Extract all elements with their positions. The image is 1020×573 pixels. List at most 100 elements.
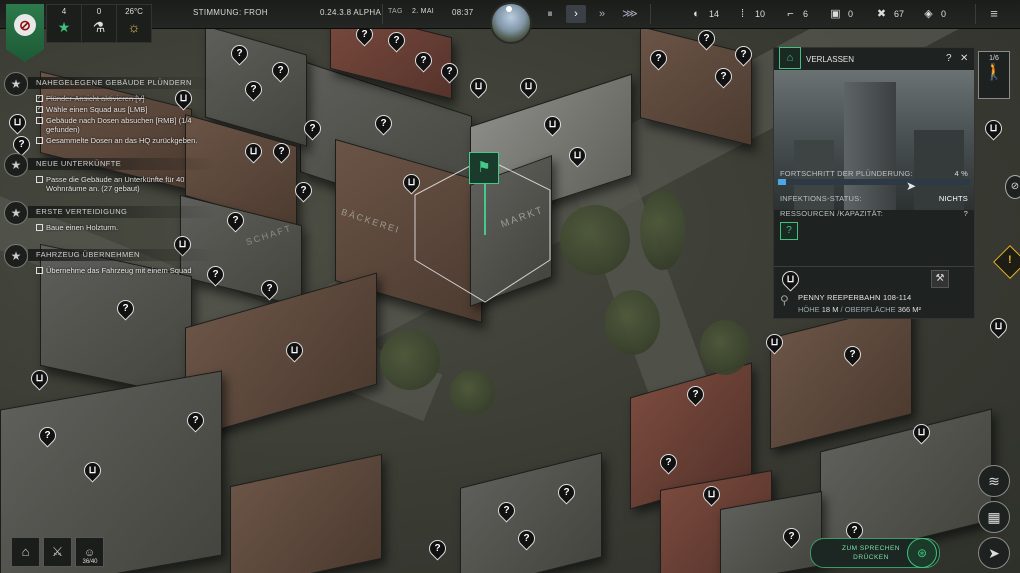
resource-ammo[interactable]: ⁞ 10 bbox=[736, 6, 765, 22]
star-icon: ★ bbox=[4, 244, 28, 268]
food-value: 14 bbox=[709, 9, 720, 19]
location-pin-icon: ⚲ bbox=[780, 293, 789, 307]
objective-title: ERSTE VERTEIDIGUNG bbox=[28, 206, 216, 218]
shop-loot-icon[interactable]: ⊔ bbox=[516, 74, 541, 99]
objective-title: FAHRZEUG ÜBERNEHMEN bbox=[28, 249, 216, 261]
speak-label-line2: DRÜCKEN bbox=[853, 554, 889, 561]
shop-loot-icon[interactable]: ⊔ bbox=[466, 74, 491, 99]
population-button[interactable]: ☺ 36/40 bbox=[75, 537, 104, 567]
building[interactable] bbox=[460, 452, 602, 573]
mouse-cursor-icon: ➤ bbox=[906, 179, 917, 193]
height-label: HÖHE bbox=[798, 305, 820, 314]
objective-title: NAHEGELEGENE GEBÄUDE PLÜNDERN bbox=[28, 77, 216, 89]
surface-label: OBERFLÄCHE bbox=[844, 305, 896, 314]
resource-food[interactable]: ◐ 14 bbox=[690, 6, 719, 22]
play-speed-1-button[interactable]: › bbox=[566, 5, 586, 23]
checkbox-icon bbox=[36, 224, 43, 231]
temperature-value: 26°C bbox=[125, 7, 143, 16]
building-address: PENNY REEPERBAHN 108-114 bbox=[798, 293, 912, 302]
objective-item: Gesammelte Dosen an das HQ zurückgeben. bbox=[36, 136, 214, 145]
play-speed-2-button[interactable]: » bbox=[592, 5, 612, 23]
time-value: 08:37 bbox=[452, 8, 474, 17]
population-count: 36/40 bbox=[82, 559, 98, 565]
ammo-icon: ⁞ bbox=[740, 7, 745, 20]
science-stat[interactable]: 0 ⚗ bbox=[81, 4, 117, 43]
checkbox-icon bbox=[36, 117, 43, 124]
objective-text: Plünder-Ansicht aktivieren [V] bbox=[46, 94, 145, 103]
infection-status-value: NICHTS bbox=[938, 194, 968, 203]
radio-tower-icon: ⊛ bbox=[907, 538, 937, 568]
loot-progress-value: 4 % bbox=[954, 169, 968, 178]
building-dimensions: HÖHE 18 M / OBERFLÄCHE 366 M² bbox=[798, 305, 922, 314]
building[interactable] bbox=[230, 453, 382, 573]
material-icon: ◈ bbox=[924, 7, 933, 20]
survivors-stat[interactable]: 4 ★ bbox=[46, 4, 82, 43]
top-bar: 4 ★ 0 ⚗ 26°C ☼ STIMMUNG: FROH 0.24.3.8 A… bbox=[0, 0, 1020, 44]
objective-item: ✓ Wähle einen Squad aus [LMB] bbox=[36, 105, 214, 114]
shop-loot-icon[interactable]: ⊔ bbox=[27, 366, 52, 391]
weapon-icon: ⌐ bbox=[787, 7, 794, 20]
unknown-loot-icon[interactable]: ? bbox=[425, 536, 450, 561]
date-value: 2. MAI bbox=[412, 8, 435, 15]
star-icon: ★ bbox=[57, 19, 71, 35]
bottom-toolbar: ⌂ ⚔ ☺ 36/40 bbox=[11, 537, 104, 567]
weapon-value: 6 bbox=[803, 9, 809, 19]
objective-text: Übernehme das Fahrzeug mit einem Squad bbox=[46, 266, 192, 275]
objective-item: ✓ Plünder-Ansicht aktivieren [V] bbox=[36, 94, 214, 103]
hammer-icon[interactable]: ⚒ bbox=[931, 270, 949, 288]
push-to-talk-button[interactable]: ZUM SPRECHEN DRÜCKEN ⊛ bbox=[810, 538, 940, 568]
building-status-icon: ⌂ bbox=[779, 47, 801, 69]
star-icon: ★ bbox=[4, 201, 28, 225]
speak-label-line1: ZUM SPRECHEN bbox=[841, 545, 900, 552]
weather-stat[interactable]: 26°C ☼ bbox=[116, 4, 152, 43]
objective-header[interactable]: ★ NEUE UNTERKÜNFTE bbox=[4, 153, 216, 177]
weather-sun-icon: ☼ bbox=[127, 19, 141, 35]
building-photo bbox=[774, 70, 974, 210]
squad-selector[interactable]: 1/6 🚶 bbox=[978, 51, 1010, 99]
shop-loot-icon[interactable]: ⊔ bbox=[981, 116, 1006, 141]
ammo-value: 10 bbox=[755, 9, 766, 19]
shop-loot-icon[interactable]: ⊔ bbox=[986, 314, 1011, 339]
play-speed-3-button[interactable]: ⋙ bbox=[620, 5, 640, 23]
layers-button[interactable]: ≋ bbox=[978, 465, 1010, 497]
help-button[interactable]: ? bbox=[946, 53, 952, 64]
panel-title: VERLASSEN bbox=[806, 55, 855, 64]
resource-parts[interactable]: ▣ 0 bbox=[829, 6, 853, 22]
tree bbox=[700, 320, 750, 375]
objective-header[interactable]: ★ FAHRZEUG ÜBERNEHMEN bbox=[4, 244, 216, 268]
objective-item: Gebäude nach Dosen absuchen [RMB] (1/4 g… bbox=[36, 116, 214, 134]
height-value: 18 M bbox=[821, 305, 839, 314]
close-button[interactable]: ✕ bbox=[960, 53, 968, 64]
building-icon: ⌂ bbox=[21, 544, 30, 559]
objective-header[interactable]: ★ NAHEGELEGENE GEBÄUDE PLÜNDERN bbox=[4, 72, 216, 96]
production-button[interactable]: ⚔ bbox=[43, 537, 72, 567]
blocked-icon[interactable]: ⊘ bbox=[1005, 175, 1020, 199]
tree bbox=[560, 205, 630, 275]
buildings-button[interactable]: ⌂ bbox=[11, 537, 40, 567]
food-icon: ◐ bbox=[693, 7, 700, 20]
grid-view-button[interactable]: ▦ bbox=[978, 501, 1010, 533]
flask-icon: ⚗ bbox=[92, 19, 106, 35]
loot-squad-icon[interactable]: ⚑ bbox=[469, 152, 499, 184]
mood-status: STIMMUNG: FROH bbox=[193, 8, 268, 17]
tools-value: 67 bbox=[894, 9, 905, 19]
tree bbox=[605, 290, 660, 355]
tree bbox=[450, 370, 495, 415]
unknown-resource-icon[interactable]: ? bbox=[780, 222, 798, 240]
resource-weapons[interactable]: ⌐ 6 bbox=[784, 6, 808, 22]
divider bbox=[382, 4, 383, 24]
resources-help-button[interactable]: ? bbox=[780, 209, 968, 218]
resource-tools[interactable]: ✖ 67 bbox=[875, 6, 904, 22]
building-image bbox=[844, 82, 896, 210]
tree bbox=[640, 190, 685, 270]
resource-material[interactable]: ◈ 0 bbox=[922, 6, 946, 22]
objective-header[interactable]: ★ ERSTE VERTEIDIGUNG bbox=[4, 201, 216, 225]
objective-item: Baue einen Holzturm. bbox=[36, 223, 214, 232]
cursor-mode-button[interactable]: ➤ bbox=[978, 537, 1010, 569]
objective-text: Passe die Gebäude an Unterkünfte für 40 … bbox=[46, 175, 185, 193]
axe-icon: ⚔ bbox=[51, 544, 64, 559]
divider bbox=[774, 266, 974, 267]
building[interactable] bbox=[770, 302, 912, 450]
pause-button[interactable]: ⏸ bbox=[540, 5, 560, 23]
menu-icon[interactable]: ≡ bbox=[984, 5, 1004, 23]
